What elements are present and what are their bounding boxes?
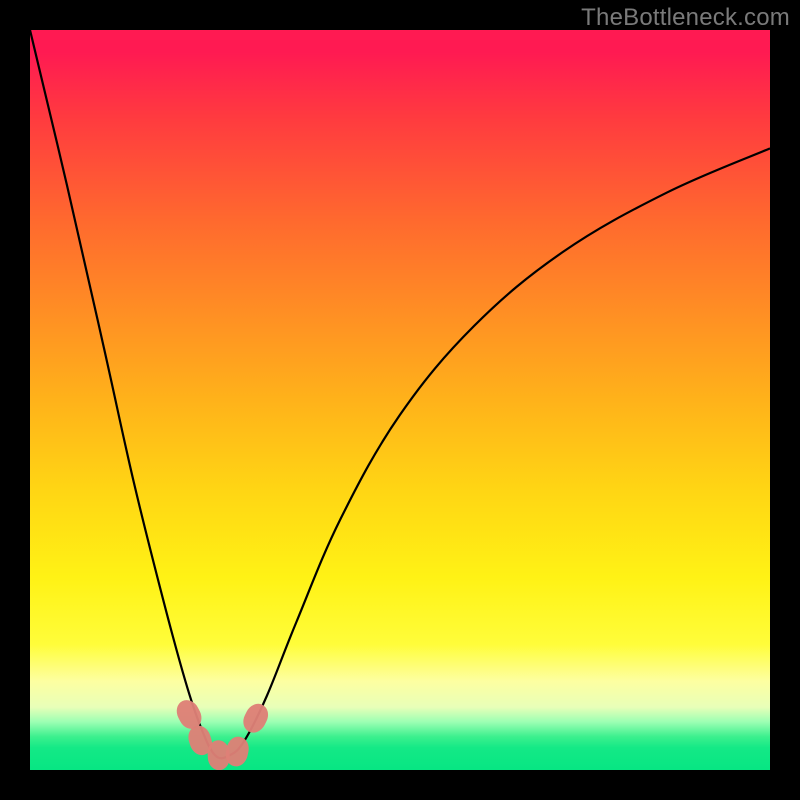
bottleneck-curve: [30, 30, 770, 758]
bottleneck-curve-svg: [30, 30, 770, 770]
blob-5: [239, 700, 272, 737]
marker-group: [172, 696, 272, 770]
plot-area: [30, 30, 770, 770]
watermark-text: TheBottleneck.com: [581, 4, 790, 32]
chart-frame: TheBottleneck.com: [0, 0, 800, 800]
